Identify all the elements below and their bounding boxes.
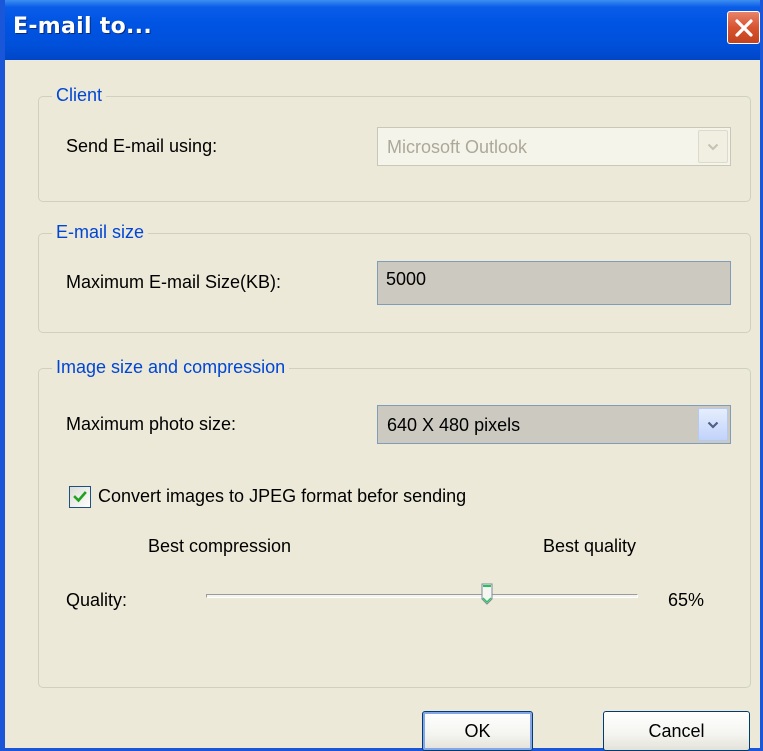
max-email-size-input[interactable]: 5000	[377, 261, 731, 305]
best-quality-label: Best quality	[543, 536, 637, 556]
chevron-down-icon	[707, 421, 719, 429]
photo-size-dropdown-button[interactable]	[698, 408, 728, 441]
convert-jpeg-label[interactable]: Convert images to JPEG format befor send…	[98, 486, 466, 507]
email-size-group-label: E-mail size	[52, 222, 149, 243]
send-email-using-label: Send E-mail using:	[66, 136, 218, 156]
max-email-size-value: 5000	[386, 269, 427, 289]
photo-size-select[interactable]: 640 X 480 pixels	[377, 405, 731, 444]
client-group-label: Client	[52, 85, 107, 106]
image-compression-group-label: Image size and compression	[52, 357, 290, 378]
checkmark-icon	[73, 491, 87, 503]
ok-button[interactable]: OK	[422, 711, 533, 751]
max-email-size-label: Maximum E-mail Size(KB):	[66, 272, 282, 292]
close-button[interactable]	[727, 11, 760, 44]
email-client-value: Microsoft Outlook	[387, 137, 528, 157]
close-icon	[735, 19, 753, 37]
email-client-select[interactable]: Microsoft Outlook	[377, 127, 731, 166]
chevron-down-icon	[707, 143, 719, 151]
email-client-dropdown-button[interactable]	[698, 130, 728, 163]
max-photo-size-label: Maximum photo size:	[66, 414, 237, 434]
title-bar[interactable]: E-mail to...	[5, 0, 760, 60]
convert-jpeg-checkbox[interactable]	[69, 486, 91, 508]
quality-slider-thumb[interactable]	[481, 583, 493, 605]
best-compression-label: Best compression	[148, 536, 292, 556]
email-to-dialog: E-mail to... Client Send E-mail using: M…	[0, 0, 763, 751]
window-title: E-mail to...	[13, 14, 152, 39]
photo-size-value: 640 X 480 pixels	[387, 415, 521, 435]
quality-slider-track[interactable]	[206, 594, 638, 598]
quality-label: Quality:	[66, 590, 128, 610]
quality-value: 65%	[668, 590, 705, 610]
cancel-button[interactable]: Cancel	[603, 711, 750, 751]
